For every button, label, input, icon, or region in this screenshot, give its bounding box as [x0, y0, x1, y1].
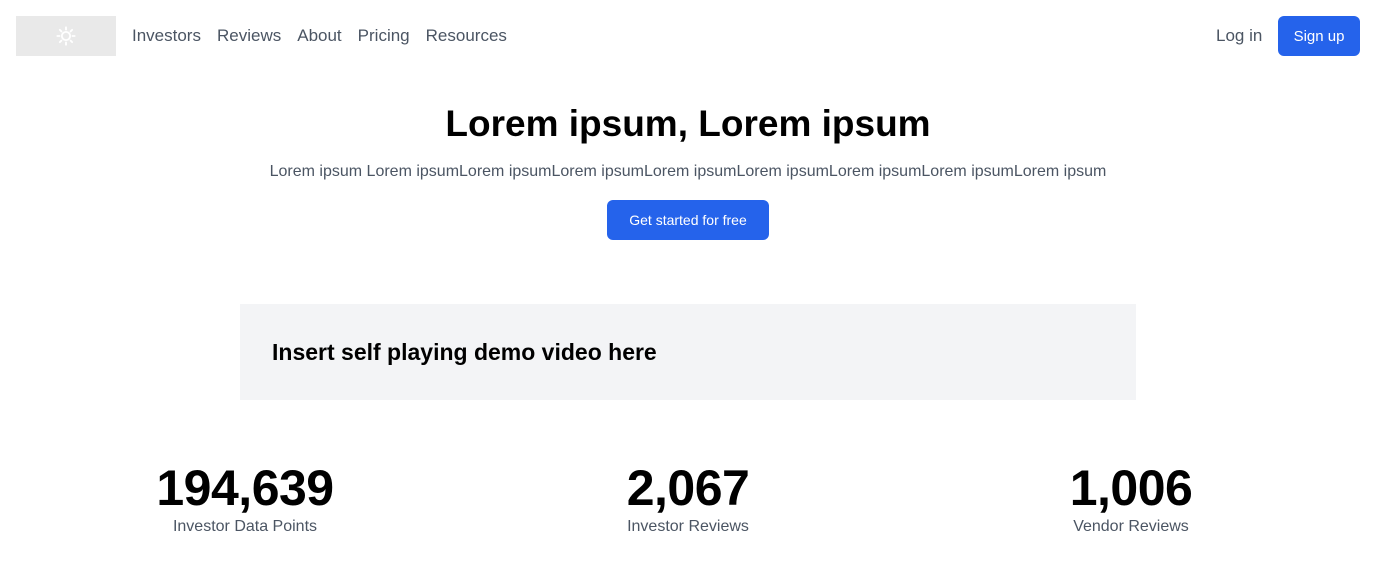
- get-started-button[interactable]: Get started for free: [607, 200, 769, 240]
- nav-link-resources[interactable]: Resources: [426, 26, 507, 46]
- login-link[interactable]: Log in: [1216, 16, 1262, 56]
- logo[interactable]: [16, 16, 116, 56]
- nav-link-about[interactable]: About: [297, 26, 341, 46]
- nav-link-investors[interactable]: Investors: [132, 26, 201, 46]
- demo-video-placeholder: Insert self playing demo video here: [240, 304, 1136, 400]
- stat-investor-data-points: 194,639 Investor Data Points: [95, 458, 395, 536]
- stat-label: Investor Data Points: [172, 518, 318, 535]
- stat-value: 194,639: [156, 460, 334, 516]
- logo-gear-icon: [56, 26, 76, 46]
- hero-subtitle: Lorem ipsum Lorem ipsumLorem ipsumLorem …: [269, 163, 1107, 180]
- video-placeholder-text: Insert self playing demo video here: [272, 339, 657, 365]
- top-nav: Investors Reviews About Pricing Resource…: [0, 0, 1376, 72]
- nav-link-reviews[interactable]: Reviews: [217, 26, 281, 46]
- hero-title: Lorem ipsum, Lorem ipsum: [445, 103, 931, 144]
- stat-investor-reviews: 2,067 Investor Reviews: [538, 458, 838, 536]
- stat-vendor-reviews: 1,006 Vendor Reviews: [981, 458, 1281, 536]
- nav-links: Investors Reviews About Pricing Resource…: [132, 16, 507, 56]
- stat-label: Investor Reviews: [627, 518, 749, 535]
- signup-button[interactable]: Sign up: [1278, 16, 1360, 56]
- stat-label: Vendor Reviews: [1073, 518, 1189, 535]
- stat-value: 2,067: [626, 460, 750, 516]
- nav-link-pricing[interactable]: Pricing: [358, 26, 410, 46]
- stat-value: 1,006: [1069, 460, 1193, 516]
